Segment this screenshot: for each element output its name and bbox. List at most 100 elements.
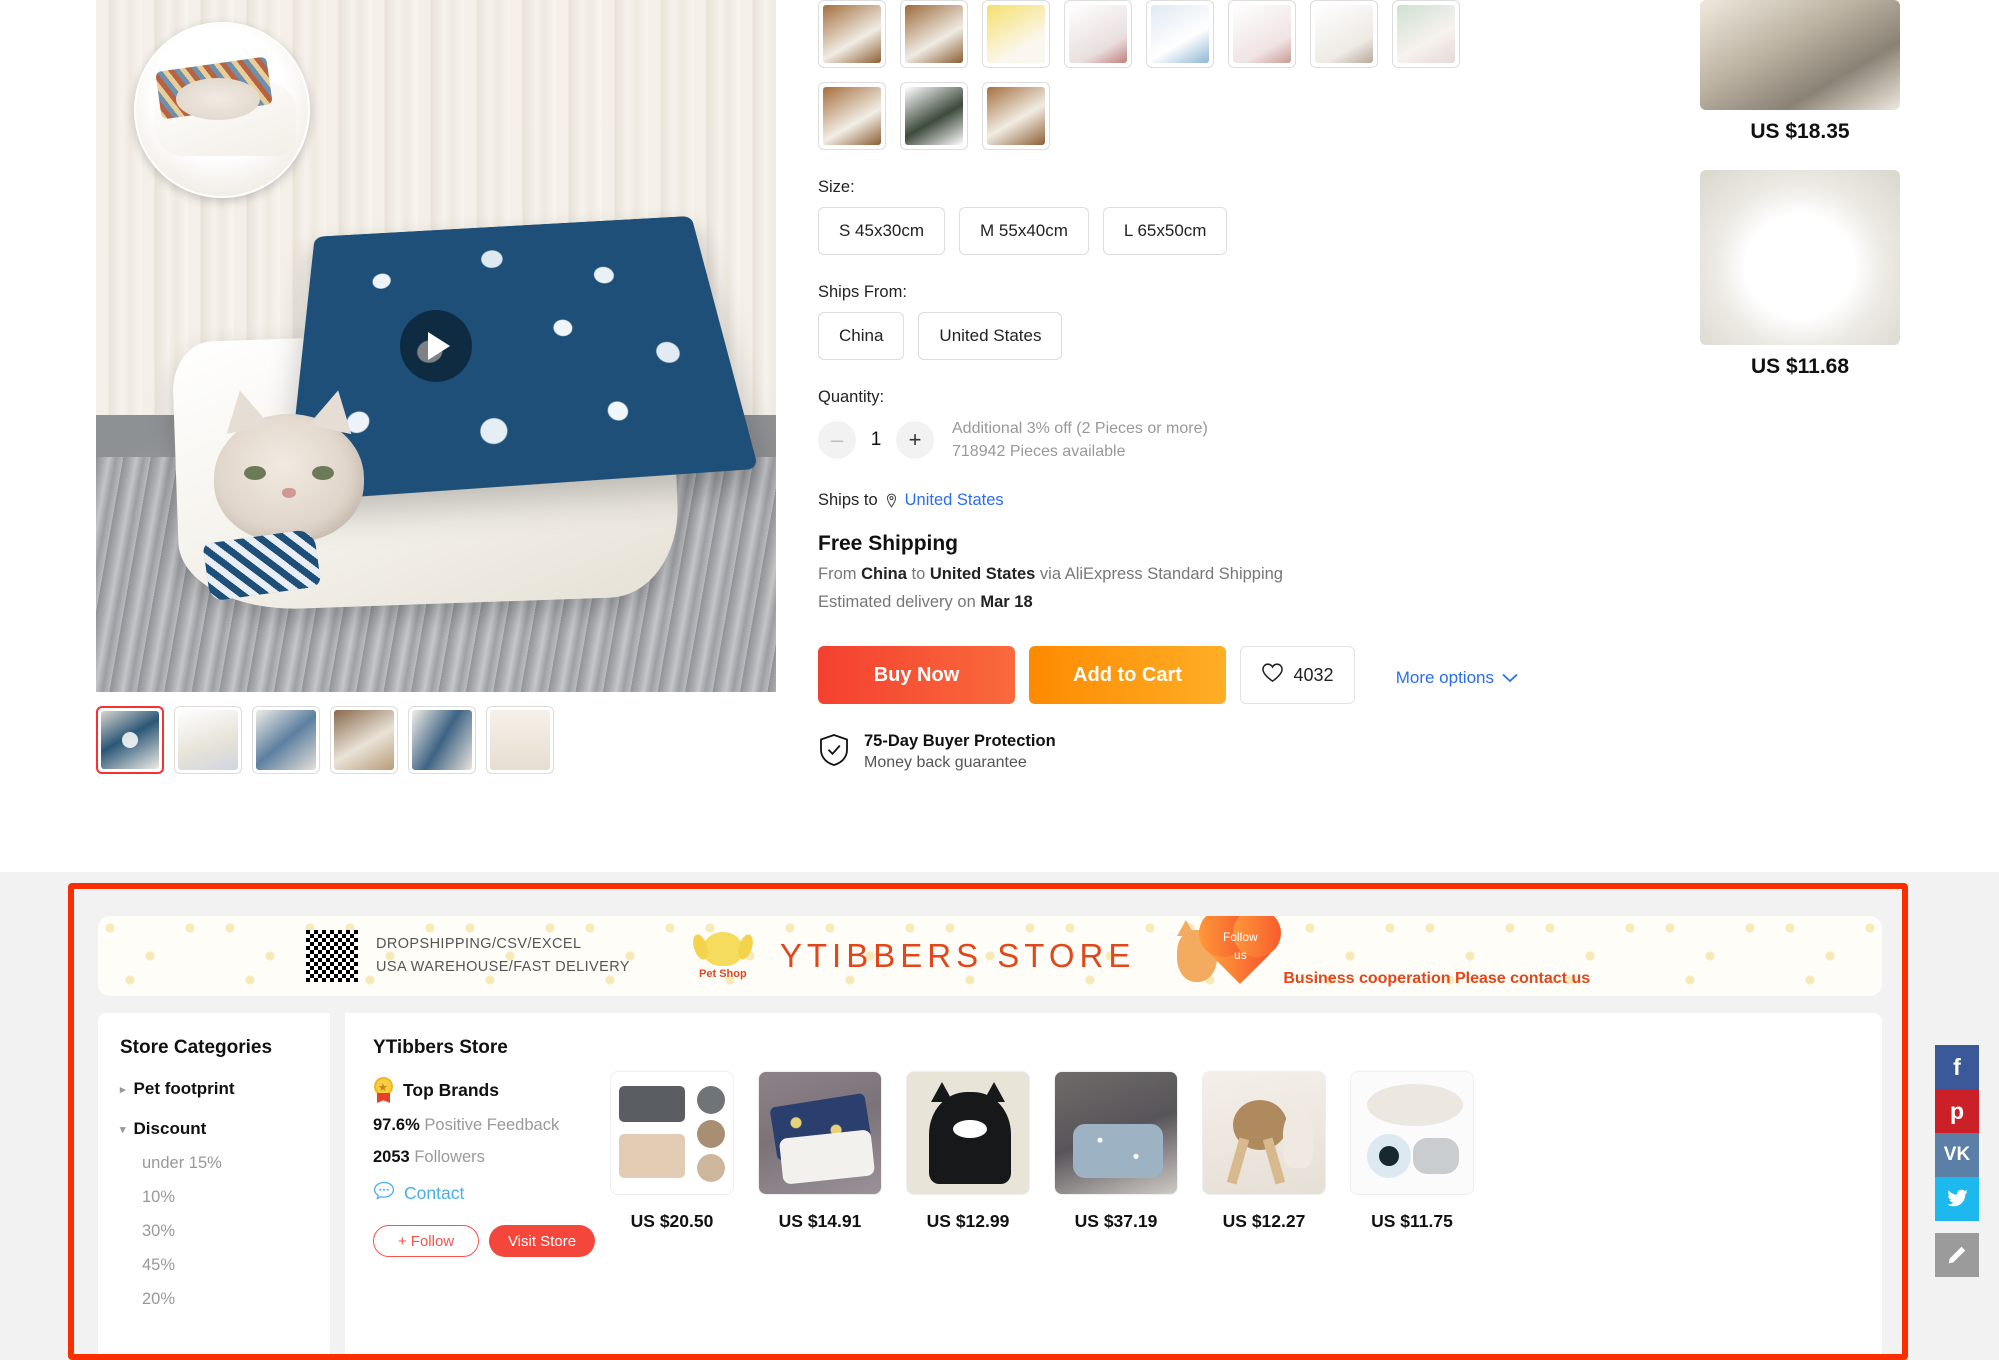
store-category-discount-label: Discount xyxy=(133,1119,207,1138)
variant-thumb-5[interactable] xyxy=(1146,0,1214,68)
store-product-3-price: US $12.99 xyxy=(926,1211,1010,1231)
discount-option-3[interactable]: 45% xyxy=(142,1256,330,1275)
stock-available-note: 718942 Pieces available xyxy=(952,443,1126,461)
store-product-1-image xyxy=(610,1071,734,1195)
product-detail-area: Size: S 45x30cm M 55x40cm L 65x50cm Ship… xyxy=(0,0,1999,872)
page-root: Size: S 45x30cm M 55x40cm L 65x50cm Ship… xyxy=(0,0,1999,1360)
ship-to-word: to xyxy=(911,565,926,584)
recommended-product-1-price: US $18.35 xyxy=(1750,120,1850,143)
positive-feedback-value: 97.6% xyxy=(373,1116,420,1134)
more-options-link[interactable]: More options xyxy=(1396,668,1518,688)
inset-cat xyxy=(176,78,260,120)
ships-from-china[interactable]: China xyxy=(818,312,905,360)
more-options-label: More options xyxy=(1395,668,1494,687)
store-product-6[interactable]: US $11.75 xyxy=(1350,1071,1474,1232)
buyer-protection-block: 75-Day Buyer Protection Money back guara… xyxy=(818,732,1518,772)
variant-thumb-8[interactable] xyxy=(1392,0,1460,68)
store-product-4[interactable]: US $37.19 xyxy=(1054,1071,1178,1232)
size-option-l[interactable]: L 65x50cm xyxy=(1102,207,1228,255)
store-product-1[interactable]: US $20.50 xyxy=(610,1071,734,1232)
quantity-value[interactable]: 1 xyxy=(856,429,896,451)
store-categories-title: Store Categories xyxy=(120,1037,273,1058)
store-product-2-image xyxy=(758,1071,882,1195)
heart-icon xyxy=(1261,662,1284,688)
quantity-decrease-button[interactable]: – xyxy=(818,421,856,460)
main-product-image[interactable] xyxy=(96,0,776,692)
chevron-right-icon: ▸ xyxy=(120,1083,126,1096)
quantity-label: Quantity: xyxy=(818,388,885,406)
variant-thumb-3[interactable] xyxy=(982,0,1050,68)
facebook-share-icon[interactable]: f xyxy=(1935,1045,1979,1089)
add-to-cart-button[interactable]: Add to Cart xyxy=(1029,646,1226,705)
store-banner-title: YTIBBERS STORE xyxy=(779,937,1136,974)
wishlist-button[interactable]: 4032 xyxy=(1240,646,1355,705)
estimated-delivery-prefix: Estimated delivery on xyxy=(818,593,976,612)
quantity-increase-button[interactable]: + xyxy=(896,421,934,460)
gallery-thumb-1[interactable] xyxy=(96,706,164,774)
recommended-product-2-price: US $11.68 xyxy=(1750,355,1850,378)
variant-thumb-1[interactable] xyxy=(818,0,886,68)
store-product-2[interactable]: US $14.91 xyxy=(758,1071,882,1232)
store-banner[interactable]: DROPSHIPPING/CSV/EXCEL USA WAREHOUSE/FAS… xyxy=(98,916,1882,996)
gallery-thumb-4[interactable] xyxy=(330,706,398,774)
gallery-thumb-5[interactable] xyxy=(408,706,476,774)
store-categories-panel: Store Categories ▸ Pet footprint ▾ Disco… xyxy=(98,1013,330,1356)
variant-thumb-7[interactable] xyxy=(1310,0,1378,68)
vk-share-icon[interactable]: VK xyxy=(1935,1133,1979,1177)
follow-store-button[interactable]: + Follow xyxy=(373,1225,479,1257)
size-option-m[interactable]: M 55x40cm xyxy=(959,207,1089,255)
store-product-1-price: US $20.50 xyxy=(630,1211,714,1231)
ships-from-label: Ships From: xyxy=(818,283,907,301)
twitter-share-icon[interactable] xyxy=(1935,1177,1979,1221)
gallery-thumb-6-size-chart[interactable] xyxy=(486,706,554,774)
ships-to-country-link[interactable]: United States xyxy=(905,491,1004,510)
discount-option-1[interactable]: 10% xyxy=(142,1188,330,1207)
chat-bubble-icon xyxy=(373,1181,395,1205)
variant-thumb-6[interactable] xyxy=(1228,0,1296,68)
ships-to-label: Ships to xyxy=(818,491,878,510)
gallery-thumbnail-strip xyxy=(96,706,554,774)
product-options-panel: Size: S 45x30cm M 55x40cm L 65x50cm Ship… xyxy=(818,0,1518,772)
pinterest-share-icon[interactable]: р xyxy=(1935,1089,1979,1133)
estimated-delivery-date: Mar 18 xyxy=(980,593,1033,612)
discount-option-4[interactable]: 20% xyxy=(142,1290,330,1309)
store-name[interactable]: YTibbers Store xyxy=(373,1037,1882,1059)
play-video-icon[interactable] xyxy=(400,310,472,382)
store-category-discount[interactable]: ▾ Discount xyxy=(120,1119,330,1139)
discount-option-2[interactable]: 30% xyxy=(142,1222,330,1241)
variant-thumb-2[interactable] xyxy=(900,0,968,68)
recommended-product-2[interactable]: US $11.68 xyxy=(1700,170,1900,379)
follow-us-line-2: us xyxy=(1234,948,1247,962)
banner-line-1: DROPSHIPPING/CSV/EXCEL xyxy=(376,935,582,952)
store-product-3[interactable]: US $12.99 xyxy=(906,1071,1030,1232)
thumb-play-icon xyxy=(122,732,138,748)
medal-icon: ★ xyxy=(373,1077,394,1103)
store-product-5[interactable]: US $12.27 xyxy=(1202,1071,1326,1232)
visit-store-button[interactable]: Visit Store xyxy=(489,1225,595,1257)
ship-to-country: United States xyxy=(929,565,1036,584)
buy-now-button[interactable]: Buy Now xyxy=(818,646,1015,705)
buyer-protection-subtitle: Money back guarantee xyxy=(864,754,1027,772)
size-option-s[interactable]: S 45x30cm xyxy=(818,207,946,255)
buyer-protection-title: 75-Day Buyer Protection xyxy=(864,732,1056,751)
ship-from-country: China xyxy=(861,565,907,584)
variant-thumb-11[interactable] xyxy=(982,82,1050,150)
chevron-down-icon xyxy=(1502,668,1518,688)
edit-share-icon[interactable] xyxy=(1935,1233,1979,1277)
gallery-thumb-2[interactable] xyxy=(174,706,242,774)
gallery-thumb-3[interactable] xyxy=(252,706,320,774)
recommended-products-rail: US $18.35 US $11.68 xyxy=(1700,0,1900,389)
discount-option-0[interactable]: under 15% xyxy=(142,1154,330,1173)
quantity-stepper: – 1 + Additional 3% off (2 Pieces or mor… xyxy=(818,417,1518,463)
store-product-5-price: US $12.27 xyxy=(1222,1211,1306,1231)
quantity-notes: Additional 3% off (2 Pieces or more) 718… xyxy=(952,417,1208,463)
variant-thumb-9[interactable] xyxy=(818,82,886,150)
variant-thumb-4[interactable] xyxy=(1064,0,1132,68)
pet-shop-logo: Pet Shop xyxy=(692,932,754,980)
follow-us-line-1: Follow xyxy=(1223,930,1258,944)
follow-us-heart-badge[interactable]: Follow us xyxy=(1203,916,1277,984)
variant-thumb-10[interactable] xyxy=(900,82,968,150)
store-category-pet-footprint[interactable]: ▸ Pet footprint xyxy=(120,1079,330,1099)
ships-from-united-states[interactable]: United States xyxy=(918,312,1063,360)
recommended-product-1[interactable]: US $18.35 xyxy=(1700,0,1900,144)
